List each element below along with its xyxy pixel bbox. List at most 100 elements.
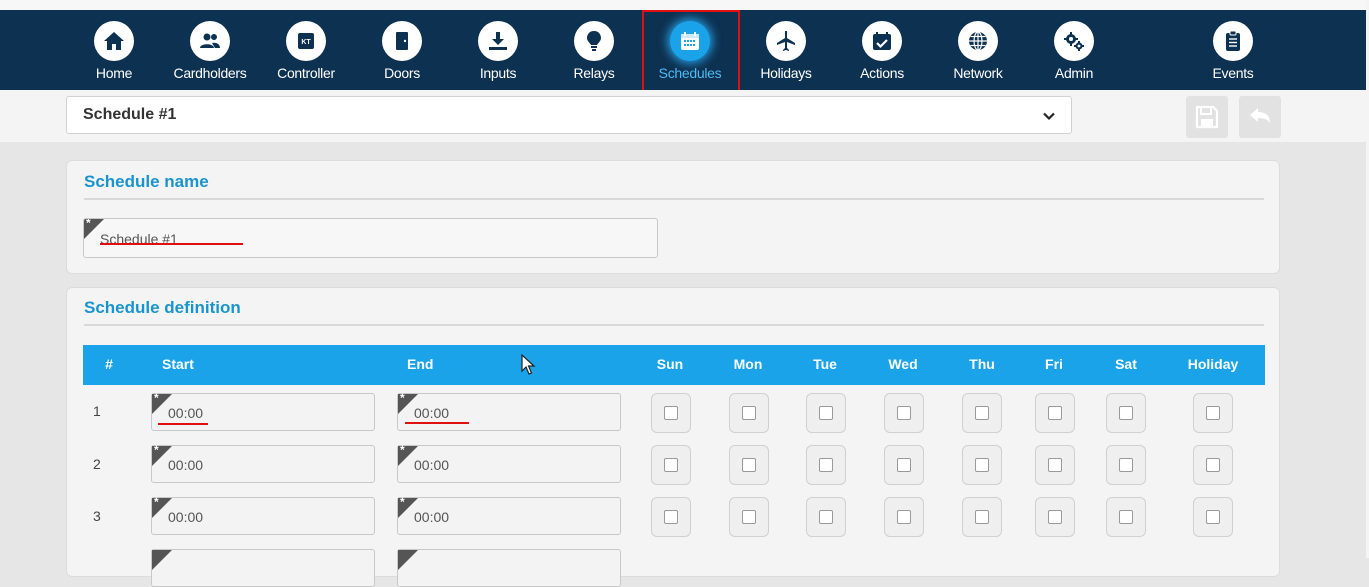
annotation-underline [100, 243, 243, 245]
row-index: 3 [93, 508, 101, 524]
annotation-underline [405, 422, 469, 424]
chevron-down-icon [1043, 112, 1055, 121]
start-time-input[interactable]: * 00:00 [151, 443, 375, 483]
fri-checkbox[interactable] [1035, 393, 1075, 433]
wed-checkbox[interactable] [884, 497, 924, 537]
required-star-icon: * [154, 391, 159, 405]
start-time-input[interactable]: * 00:00 [151, 391, 375, 431]
end-time-value: 00:00 [414, 405, 450, 421]
home-icon [94, 21, 134, 61]
thu-checkbox[interactable] [962, 393, 1002, 433]
main-navbar: Home Cardholders KT Controller Doors Inp… [0, 10, 1366, 90]
clipboard-icon [1213, 21, 1253, 61]
divider [84, 324, 1264, 326]
end-time-input[interactable]: * 00:00 [397, 443, 621, 483]
nav-home[interactable]: Home [66, 10, 162, 90]
column-header-fri: Fri [1045, 356, 1063, 372]
column-header-start: Start [162, 356, 194, 372]
end-time-input[interactable]: * 00:00 [397, 391, 621, 431]
required-star-icon: * [86, 218, 91, 230]
fri-checkbox[interactable] [1035, 497, 1075, 537]
nav-actions[interactable]: Actions [834, 10, 930, 90]
required-star-icon: * [154, 495, 159, 509]
wed-checkbox[interactable] [884, 445, 924, 485]
nav-label: Cardholders [173, 65, 247, 81]
nav-network[interactable]: Network [930, 10, 1026, 90]
schedule-name-input[interactable]: * Schedule #1 [83, 218, 658, 258]
calendar-icon [670, 21, 710, 61]
mouse-cursor-icon [521, 354, 536, 375]
controller-icon-text: KT [301, 39, 311, 46]
tue-checkbox[interactable] [806, 393, 846, 433]
controller-icon: KT [286, 21, 326, 61]
undo-arrow-icon [1250, 108, 1270, 123]
holiday-checkbox[interactable] [1193, 497, 1233, 537]
sun-checkbox[interactable] [651, 393, 691, 433]
nav-relays[interactable]: Relays [546, 10, 642, 90]
required-star-icon: * [400, 391, 405, 405]
nav-admin[interactable]: Admin [1026, 10, 1122, 90]
sun-checkbox[interactable] [651, 497, 691, 537]
nav-events[interactable]: Events [1185, 10, 1281, 90]
undo-button[interactable] [1239, 96, 1281, 138]
wed-checkbox[interactable] [884, 393, 924, 433]
required-star-icon: * [400, 443, 405, 457]
nav-holidays[interactable]: Holidays [738, 10, 834, 90]
nav-cardholders[interactable]: Cardholders [162, 10, 258, 90]
nav-label: Holidays [760, 65, 812, 81]
row-index: 1 [93, 403, 101, 419]
sat-checkbox[interactable] [1106, 445, 1146, 485]
column-header-sat: Sat [1115, 356, 1137, 372]
calendar-check-icon [862, 21, 902, 61]
nav-inputs[interactable]: Inputs [450, 10, 546, 90]
required-star-icon: * [400, 495, 405, 509]
globe-icon [958, 21, 998, 61]
column-header-mon: Mon [733, 356, 763, 372]
nav-schedules[interactable]: Schedules [642, 10, 738, 90]
end-time-value: 00:00 [414, 509, 450, 525]
door-icon [382, 21, 422, 61]
start-time-value: 00:00 [168, 509, 204, 525]
holiday-checkbox[interactable] [1193, 445, 1233, 485]
schedule-name-card: Schedule name * Schedule #1 [66, 160, 1280, 274]
nav-label: Admin [1054, 65, 1094, 81]
save-button[interactable] [1186, 96, 1228, 138]
column-header-index: # [105, 356, 113, 372]
nav-doors[interactable]: Doors [354, 10, 450, 90]
thu-checkbox[interactable] [962, 497, 1002, 537]
nav-label: Events [1212, 65, 1254, 81]
start-time-input[interactable]: * 00:00 [151, 495, 375, 535]
column-header-holiday: Holiday [1187, 356, 1239, 372]
end-time-input[interactable] [397, 549, 621, 587]
table-header: # Start End Sun Mon Tue Wed Thu Fri Sat … [83, 345, 1265, 385]
nav-label: Relays [573, 65, 615, 81]
tue-checkbox[interactable] [806, 497, 846, 537]
lightbulb-icon [574, 21, 614, 61]
fri-checkbox[interactable] [1035, 445, 1075, 485]
schedule-selector-value: Schedule #1 [83, 106, 177, 123]
column-header-wed: Wed [888, 356, 918, 372]
row-index: 2 [93, 456, 101, 472]
end-time-input[interactable]: * 00:00 [397, 495, 621, 535]
sat-checkbox[interactable] [1106, 393, 1146, 433]
thu-checkbox[interactable] [962, 445, 1002, 485]
sun-checkbox[interactable] [651, 445, 691, 485]
schedule-selector[interactable]: Schedule #1 [66, 96, 1072, 134]
nav-controller[interactable]: KT Controller [258, 10, 354, 90]
start-time-input[interactable] [151, 549, 375, 587]
mon-checkbox[interactable] [729, 393, 769, 433]
tue-checkbox[interactable] [806, 445, 846, 485]
airplane-icon [766, 21, 806, 61]
mon-checkbox[interactable] [729, 445, 769, 485]
required-marker [152, 550, 172, 570]
mon-checkbox[interactable] [729, 497, 769, 537]
gears-icon [1054, 21, 1094, 61]
column-header-tue: Tue [813, 356, 837, 372]
required-star-icon: * [154, 443, 159, 457]
column-header-thu: Thu [969, 356, 995, 372]
holiday-checkbox[interactable] [1193, 393, 1233, 433]
users-icon [190, 21, 230, 61]
sat-checkbox[interactable] [1106, 497, 1146, 537]
schedule-definition-title: Schedule definition [84, 298, 241, 317]
column-header-end: End [407, 356, 434, 372]
